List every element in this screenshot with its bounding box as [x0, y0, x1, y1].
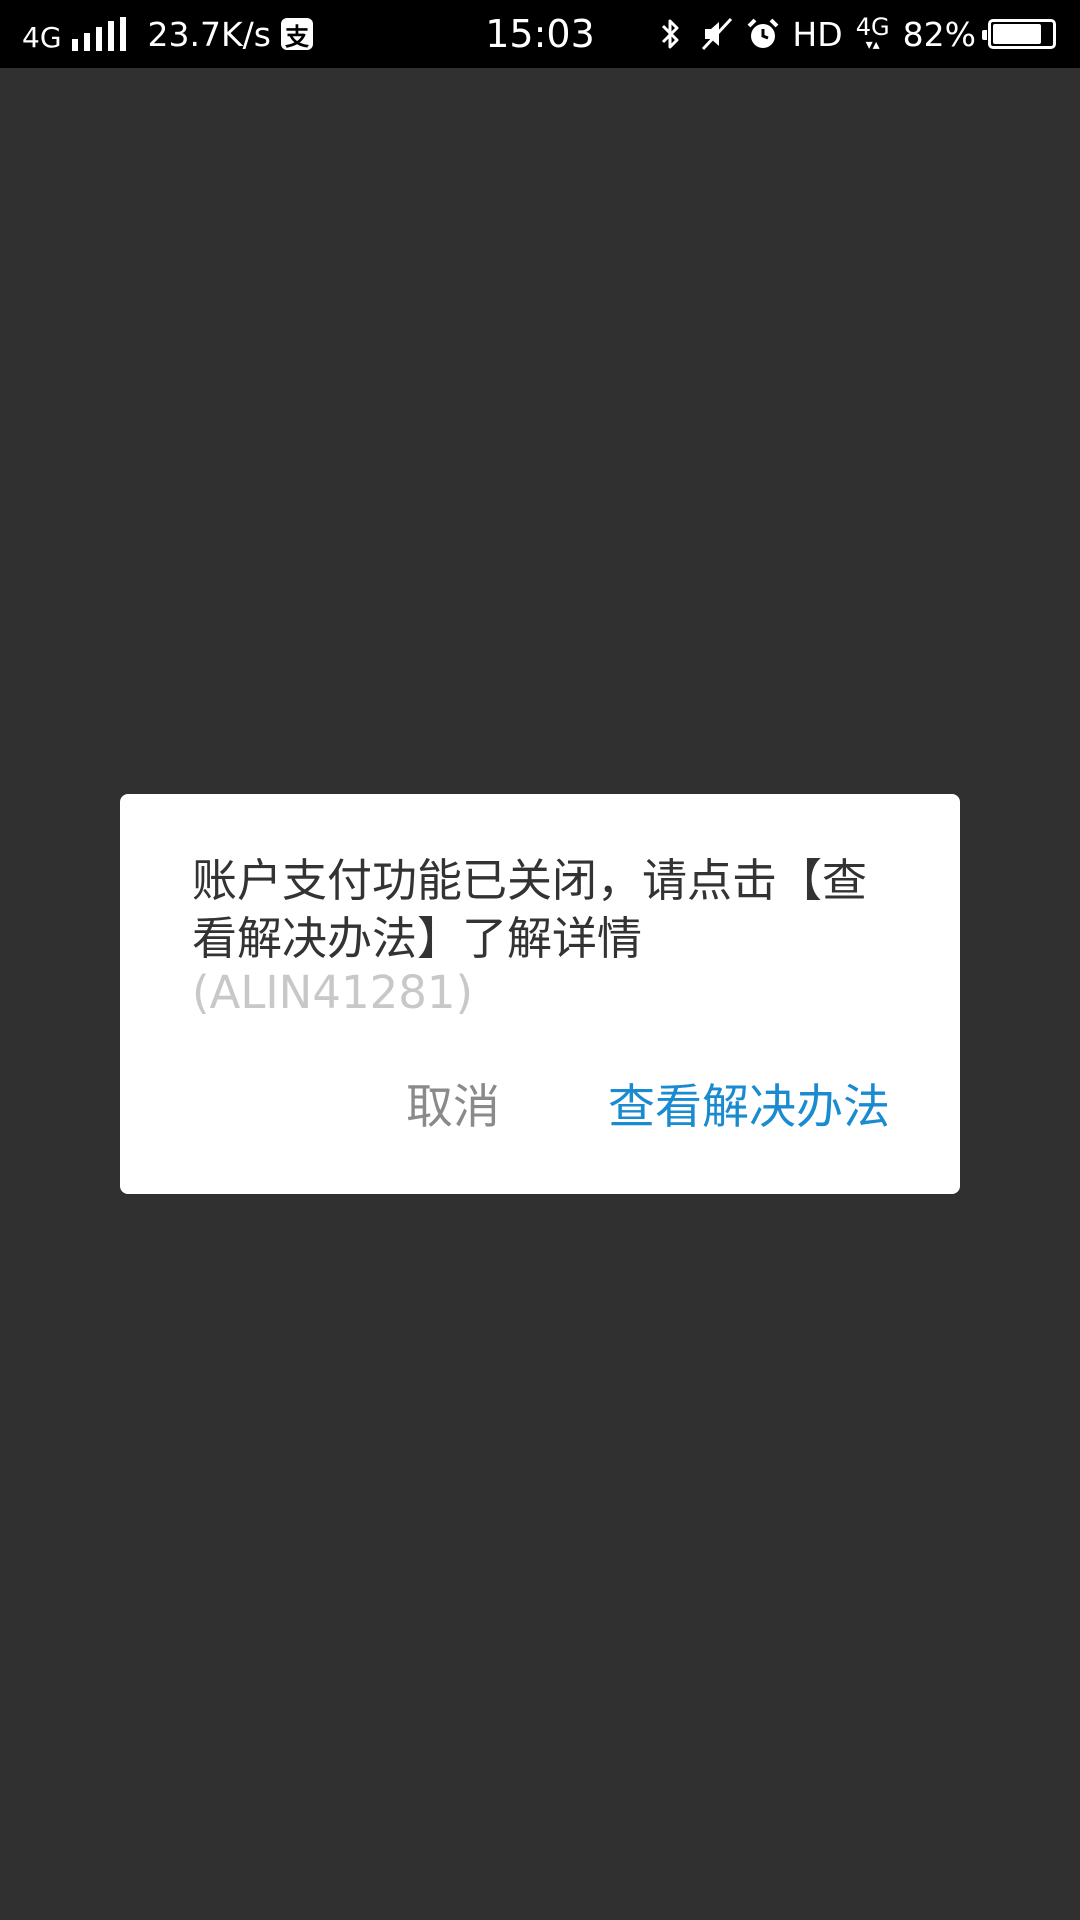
status-left: 4G 23.7K/s 支: [22, 0, 313, 68]
status-bar: 4G 23.7K/s 支 15:03 HD 4G ▾▴ 82%: [0, 0, 1080, 68]
mobile-data-icon: 4G ▾▴: [855, 15, 891, 52]
network-type: 4G: [22, 20, 62, 54]
alarm-icon: [746, 14, 780, 54]
battery-icon: [982, 19, 1056, 49]
bluetooth-icon: [654, 14, 688, 54]
view-solution-button[interactable]: 查看解决办法: [608, 1068, 890, 1137]
dialog-message: 账户支付功能已关闭，请点击【查看解决办法】了解详情: [192, 854, 868, 965]
alipay-icon: 支: [280, 18, 313, 51]
mute-icon: [700, 14, 734, 54]
error-code: (ALIN41281): [192, 966, 474, 1019]
cancel-button[interactable]: 取消: [406, 1068, 500, 1137]
hd-label: HD: [792, 14, 843, 54]
dialog-actions: 取消 查看解决办法: [406, 1062, 890, 1142]
network-speed: 23.7K/s: [147, 14, 271, 54]
alert-dialog: 账户支付功能已关闭，请点击【查看解决办法】了解详情 (ALIN41281) 取消…: [120, 794, 960, 1194]
signal-icon: [71, 17, 132, 51]
battery-percent: 82%: [902, 14, 976, 54]
status-right: HD 4G ▾▴ 82%: [642, 0, 1056, 68]
